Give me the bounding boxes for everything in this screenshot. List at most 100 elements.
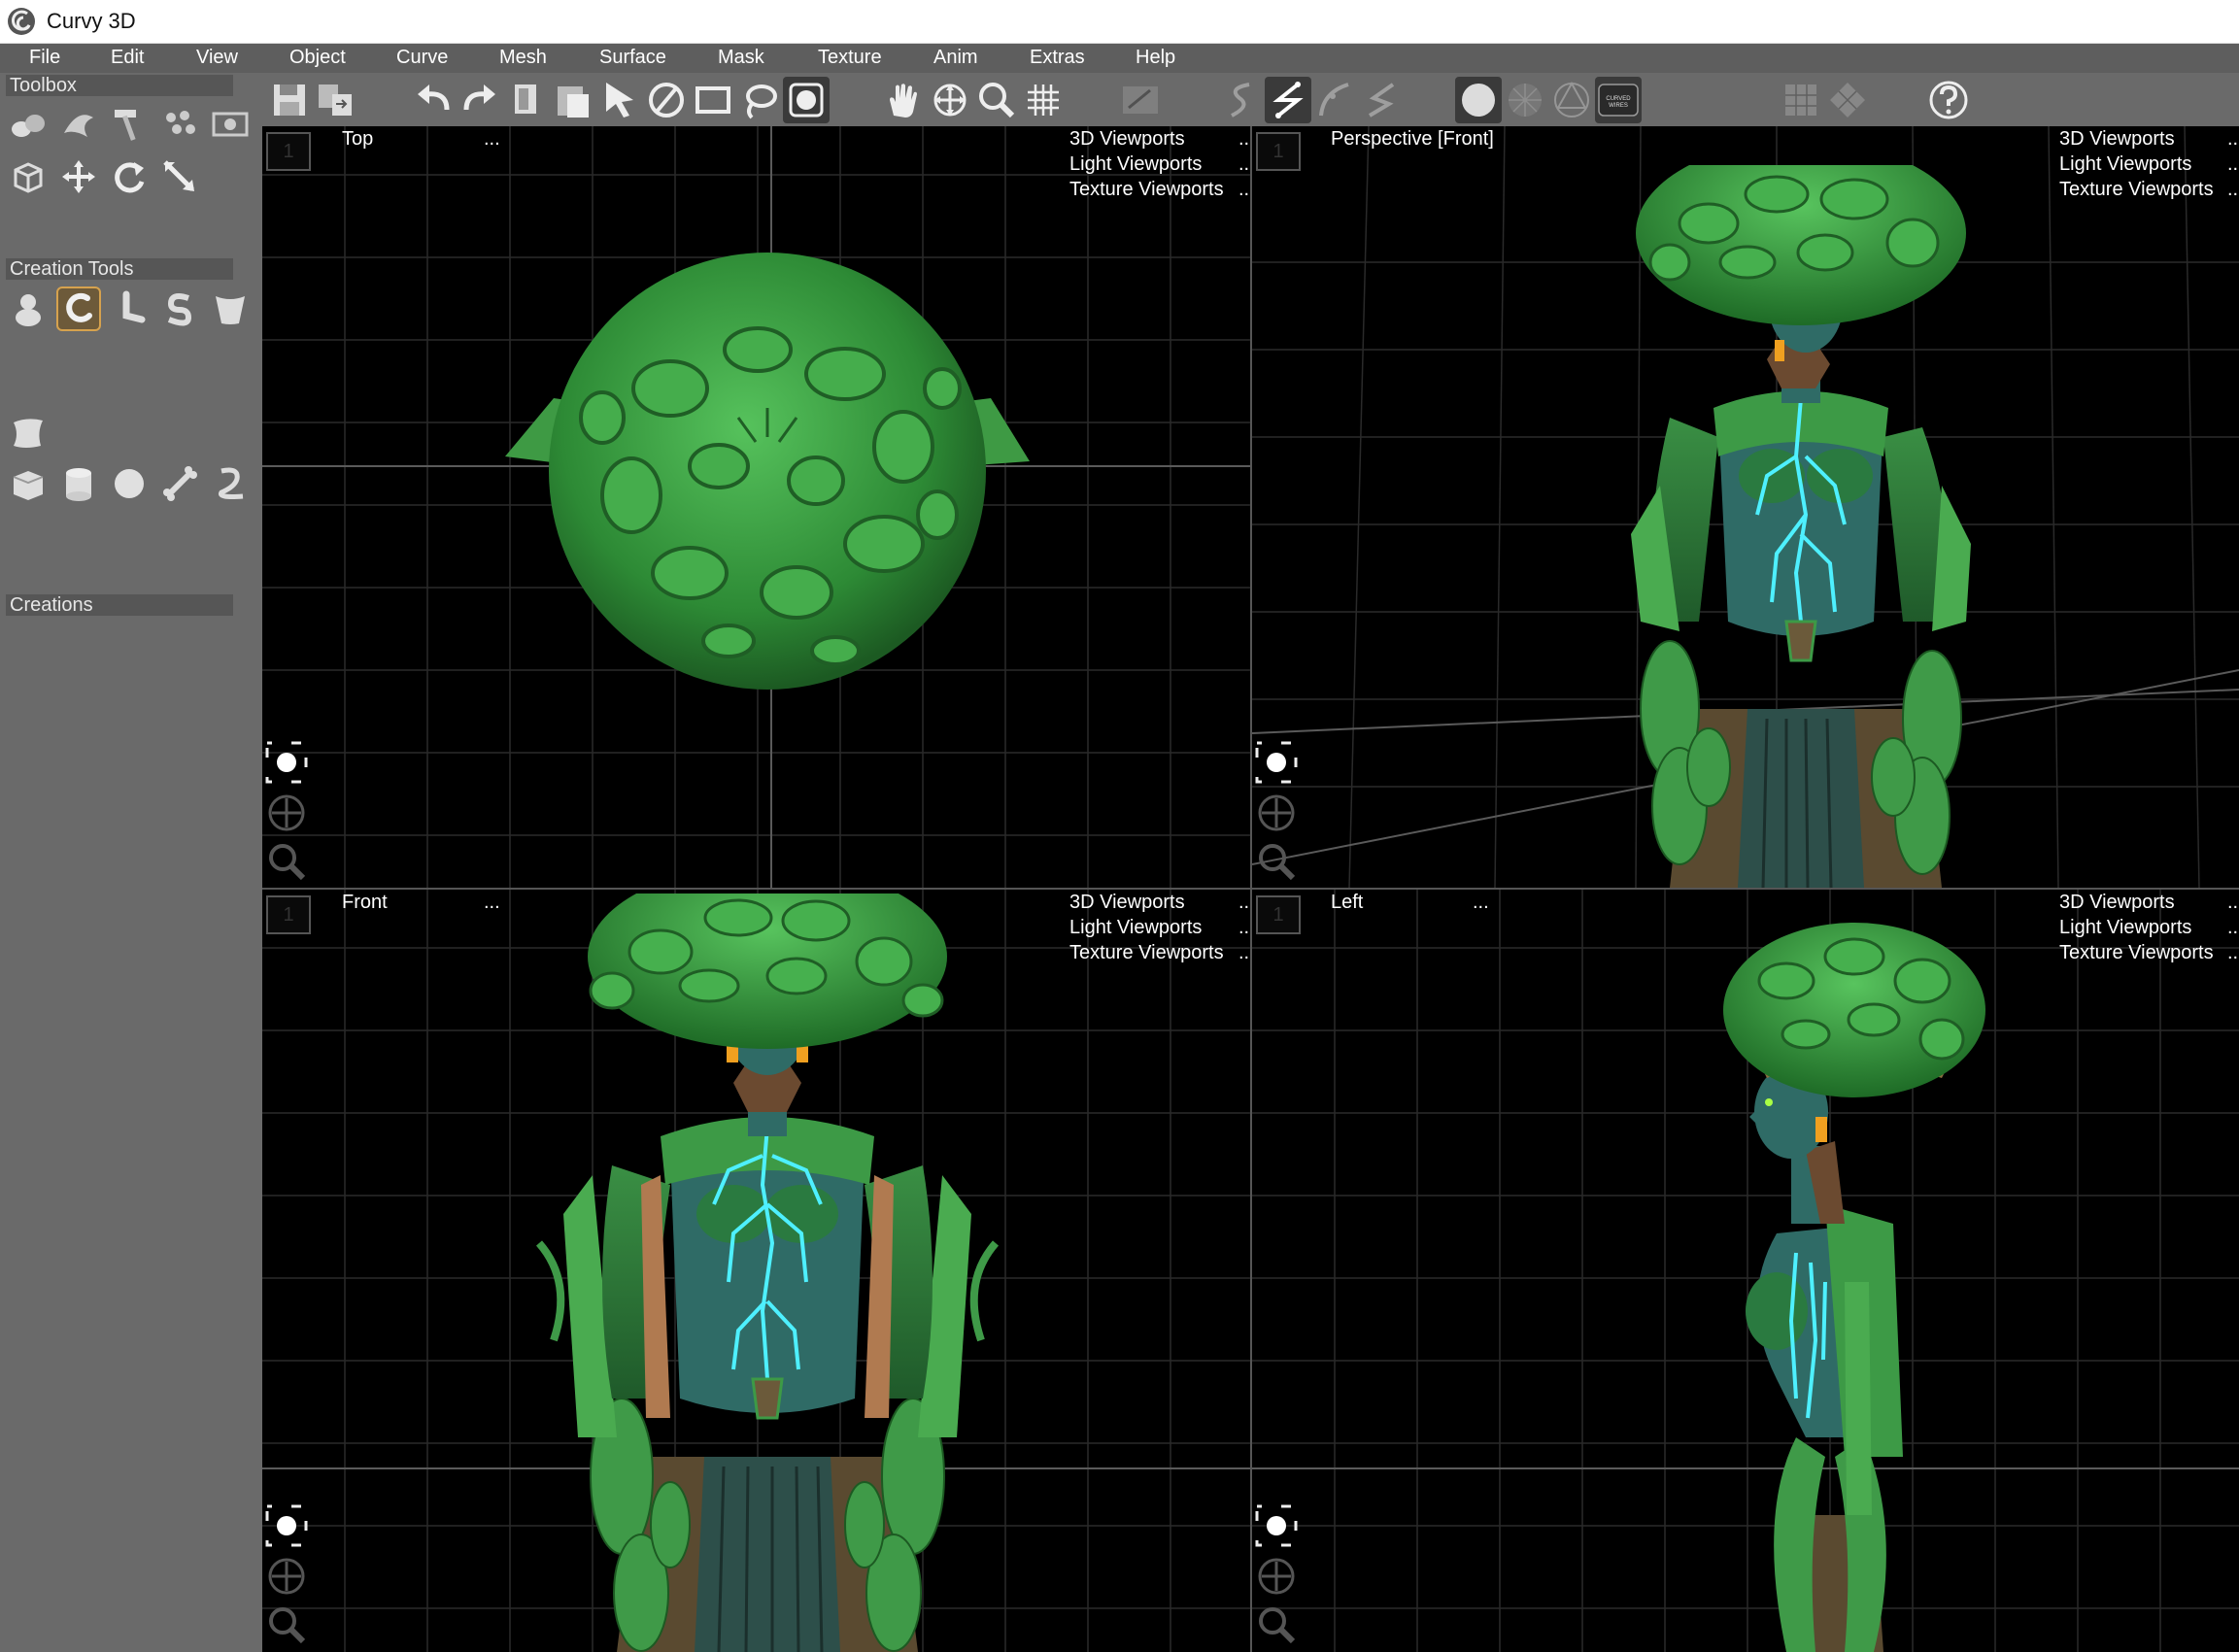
viewport-left[interactable]: 1 Left ... 3D Viewports Light Viewports …: [1252, 890, 2239, 1652]
grid-view-button[interactable]: [1778, 77, 1824, 123]
viewport-splitter-horizontal[interactable]: [262, 888, 2239, 890]
menu-texture-viewports[interactable]: Texture Viewports: [2059, 940, 2214, 965]
menu-more-1[interactable]: ...: [2227, 126, 2239, 152]
s-curve-tool[interactable]: [157, 287, 202, 331]
rect-select-button[interactable]: [690, 77, 736, 123]
sphere-primitive-tool[interactable]: [107, 461, 152, 506]
menu-more-3[interactable]: ...: [2227, 177, 2239, 202]
lasso-button[interactable]: [736, 77, 783, 123]
cube-select-tool[interactable]: [6, 154, 51, 199]
redo-button[interactable]: [457, 77, 503, 123]
scatter-tool[interactable]: [157, 102, 202, 147]
target-icon[interactable]: [264, 740, 309, 785]
surface-patch-tool[interactable]: [6, 411, 51, 455]
viewport-number[interactable]: 1: [266, 132, 311, 171]
grid-button[interactable]: [1020, 77, 1067, 123]
mushroom-top-model[interactable]: [495, 243, 1039, 699]
objects-tool[interactable]: [6, 102, 51, 147]
viewport-perspective[interactable]: 1 Perspective [Front] 3D Viewports Light…: [1252, 126, 2239, 888]
hammer-tool[interactable]: [107, 102, 152, 147]
viewport-number[interactable]: 1: [1256, 132, 1301, 171]
deselect-button[interactable]: [643, 77, 690, 123]
curved-wires-button[interactable]: CURVED WIRES: [1595, 77, 1642, 123]
export-button[interactable]: [313, 77, 359, 123]
menu-3d-viewports[interactable]: 3D Viewports: [2059, 890, 2214, 915]
orbit-control-icon[interactable]: [1254, 1554, 1299, 1599]
menu-light-viewports[interactable]: Light Viewports: [2059, 915, 2214, 940]
viewport-options[interactable]: ...: [1473, 892, 1489, 914]
edit-curve-button[interactable]: [1358, 77, 1405, 123]
menu-anim[interactable]: Anim: [933, 47, 978, 69]
zoom-control-icon[interactable]: [1254, 1602, 1299, 1647]
zoom-control-icon[interactable]: [264, 839, 309, 884]
menu-surface[interactable]: Surface: [599, 47, 666, 69]
pan-button[interactable]: [880, 77, 927, 123]
menu-more-3[interactable]: ...: [2227, 940, 2239, 965]
blob-tool[interactable]: [6, 287, 51, 331]
spline-curve-button[interactable]: [1311, 77, 1358, 123]
viewport-number[interactable]: 1: [266, 895, 311, 934]
scale-tool[interactable]: [157, 154, 202, 199]
target-icon[interactable]: [1254, 740, 1299, 785]
menu-3d-viewports[interactable]: 3D Viewports: [2059, 126, 2214, 152]
viewport-options[interactable]: ...: [484, 892, 500, 914]
menu-edit[interactable]: Edit: [111, 47, 144, 69]
viewport-number[interactable]: 1: [1256, 895, 1301, 934]
menu-texture-viewports[interactable]: Texture Viewports: [1069, 940, 1224, 965]
freehand-curve-button[interactable]: [1218, 77, 1265, 123]
solid-shading-button[interactable]: [1455, 77, 1502, 123]
target-icon[interactable]: [1254, 1503, 1299, 1548]
twist-tool[interactable]: [56, 102, 101, 147]
paint-select-button[interactable]: [783, 77, 830, 123]
help-button[interactable]: [1925, 77, 1972, 123]
menu-view[interactable]: View: [196, 47, 238, 69]
box-primitive-tool[interactable]: [6, 461, 51, 506]
menu-mesh[interactable]: Mesh: [499, 47, 547, 69]
menu-more-2[interactable]: ...: [2227, 152, 2239, 177]
menu-more-3[interactable]: ...: [1238, 177, 1250, 202]
orbit-control-icon[interactable]: [1254, 791, 1299, 835]
orbit-control-icon[interactable]: [264, 1554, 309, 1599]
paste-button[interactable]: [550, 77, 596, 123]
polyline-curve-button[interactable]: [1265, 77, 1311, 123]
wireframe-shading-button[interactable]: [1502, 77, 1548, 123]
draw-on-plane-button[interactable]: [1117, 77, 1164, 123]
zoom-button[interactable]: [973, 77, 1020, 123]
viewport-top[interactable]: 1 Top ... 3D Viewports Light Viewports T…: [262, 126, 1250, 888]
menu-3d-viewports[interactable]: 3D Viewports: [1069, 126, 1224, 152]
cylinder-primitive-tool[interactable]: [56, 461, 101, 506]
menu-more-3[interactable]: ...: [1238, 940, 1250, 965]
tube-tool[interactable]: [208, 461, 253, 506]
menu-more-2[interactable]: ...: [1238, 915, 1250, 940]
menu-texture-viewports[interactable]: Texture Viewports: [2059, 177, 2214, 202]
menu-3d-viewports[interactable]: 3D Viewports: [1069, 890, 1224, 915]
menu-texture[interactable]: Texture: [818, 47, 882, 69]
menu-light-viewports[interactable]: Light Viewports: [1069, 915, 1224, 940]
copy-button[interactable]: [503, 77, 550, 123]
rotate-tool[interactable]: [107, 154, 152, 199]
character-perspective-model[interactable]: [1602, 165, 2010, 888]
character-left-model[interactable]: [1699, 913, 1990, 1652]
select-button[interactable]: [596, 77, 643, 123]
menu-mask[interactable]: Mask: [718, 47, 764, 69]
viewport-front[interactable]: 1 Front ... 3D Viewports Light Viewports…: [262, 890, 1250, 1652]
zoom-control-icon[interactable]: [1254, 839, 1299, 884]
menu-curve[interactable]: Curve: [396, 47, 448, 69]
perspective-grid-button[interactable]: [1824, 77, 1871, 123]
orbit-button[interactable]: [927, 77, 973, 123]
bend-tool[interactable]: [107, 287, 152, 331]
viewport-name[interactable]: Left: [1331, 892, 1363, 914]
menu-help[interactable]: Help: [1136, 47, 1175, 69]
viewport-name[interactable]: Front: [342, 892, 388, 914]
orbit-control-icon[interactable]: [264, 791, 309, 835]
menu-texture-viewports[interactable]: Texture Viewports: [1069, 177, 1224, 202]
menu-more-1[interactable]: ...: [2227, 890, 2239, 915]
viewport-name[interactable]: Perspective [Front]: [1331, 128, 1494, 151]
viewport-options[interactable]: ...: [484, 128, 500, 151]
menu-file[interactable]: File: [29, 47, 60, 69]
save-button[interactable]: [266, 77, 313, 123]
target-icon[interactable]: [264, 1503, 309, 1548]
menu-more-1[interactable]: ...: [1238, 890, 1250, 915]
menu-light-viewports[interactable]: Light Viewports: [2059, 152, 2214, 177]
menu-more-2[interactable]: ...: [1238, 152, 1250, 177]
